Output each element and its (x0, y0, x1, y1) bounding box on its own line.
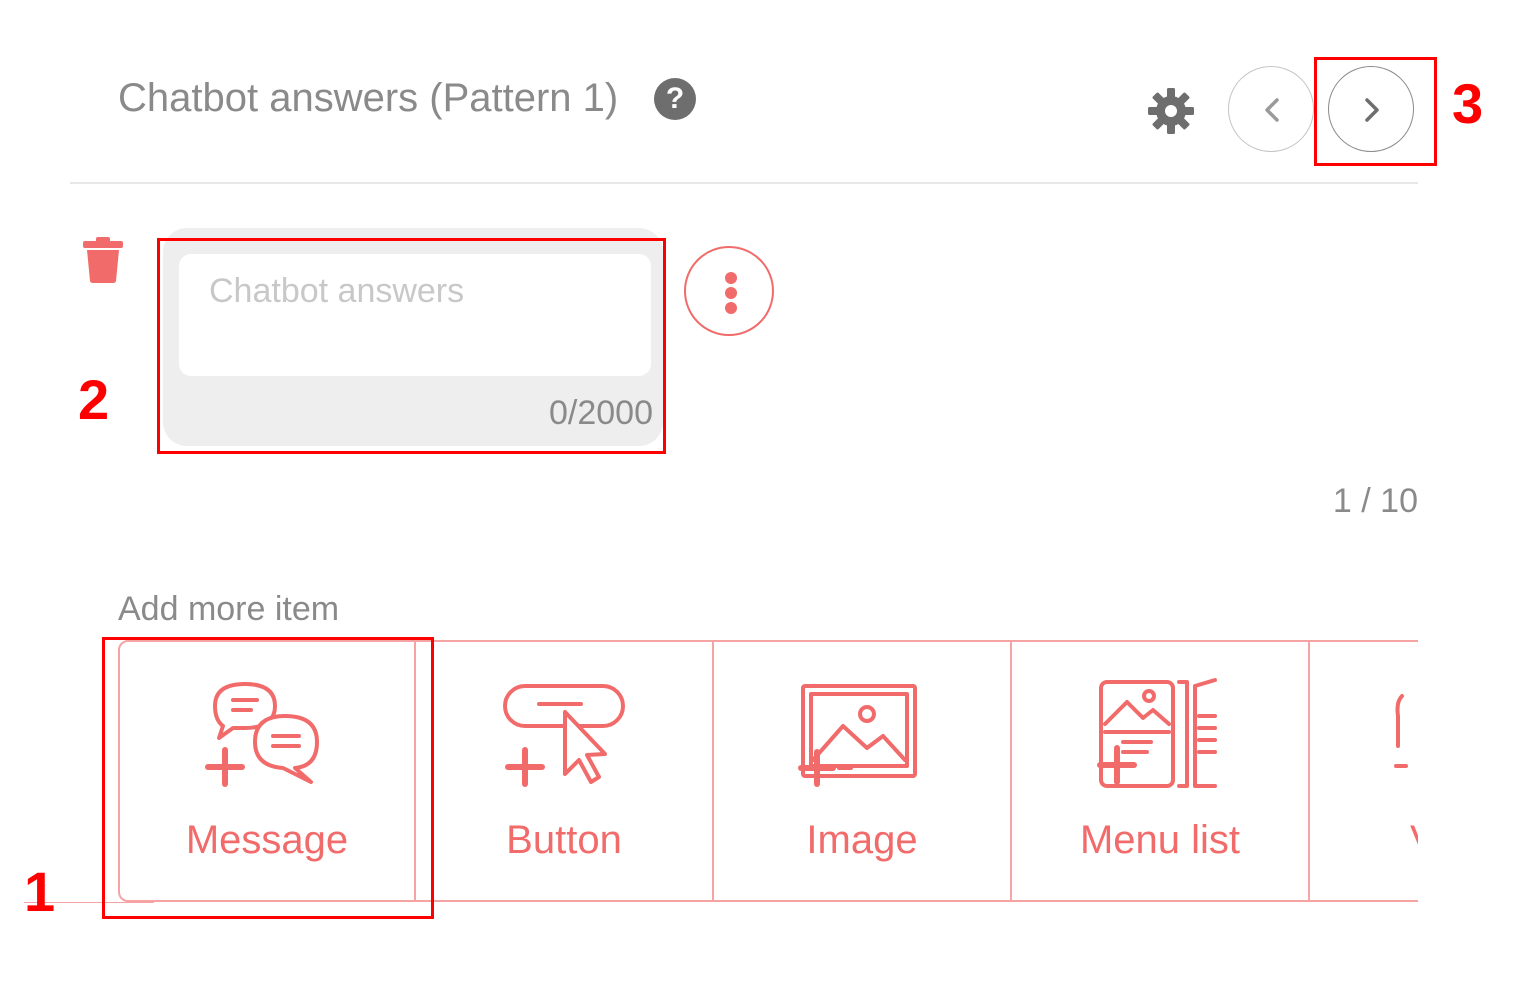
annotation-number-1: 1 (24, 860, 56, 923)
item-label: Button (506, 818, 622, 862)
annotation-number-3: 3 (1452, 72, 1484, 135)
item-label: Menu list (1079, 818, 1241, 862)
annotation-box-3 (1314, 57, 1437, 166)
button-add-icon (503, 684, 625, 787)
more-vertical-icon-dot (725, 272, 737, 284)
item-label: Image (806, 818, 918, 862)
add-more-item-label: Add more item (118, 590, 340, 628)
menu-list-add-icon (1097, 678, 1217, 788)
more-options-button[interactable] (684, 246, 774, 336)
trash-icon[interactable] (82, 236, 124, 284)
page-counter: 1 / 10 (1332, 482, 1418, 520)
annotation-box-2 (157, 238, 666, 454)
page-title: Chatbot answers (Pattern 1) (118, 76, 619, 120)
more-vertical-icon-dot (725, 287, 737, 299)
add-item-partial-button[interactable]: V (1310, 640, 1418, 902)
add-button-button[interactable]: Button (416, 640, 714, 902)
more-vertical-icon-dot (725, 302, 737, 314)
add-menu-list-button[interactable]: Menu list (1012, 640, 1310, 902)
add-image-button[interactable]: Image (714, 640, 1012, 902)
question-circle-icon[interactable]: ? (654, 78, 696, 120)
item-label: V (1310, 818, 1418, 863)
header-divider (70, 182, 1418, 184)
prev-pattern-button[interactable] (1228, 66, 1314, 152)
gear-icon[interactable] (1146, 86, 1196, 136)
annotation-number-2: 2 (78, 368, 110, 431)
partial-item-icon (1394, 694, 1408, 768)
image-add-icon (798, 684, 917, 787)
chevron-left-icon (1265, 98, 1279, 122)
annotation-box-1 (102, 637, 434, 919)
